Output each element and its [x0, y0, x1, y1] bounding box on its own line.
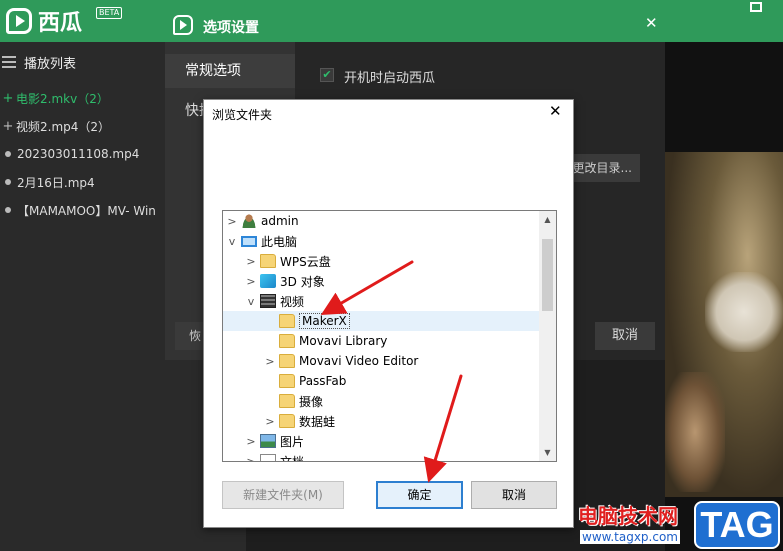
tree-item-label: 图片: [280, 434, 305, 449]
video-frame-fur: [705, 272, 783, 352]
tree-item-label: 视频: [280, 294, 305, 309]
tree-item[interactable]: > 图片: [223, 431, 539, 451]
tree-item[interactable]: > Movavi Video Editor: [223, 351, 539, 371]
user-icon: [241, 214, 257, 228]
video-frame-rope: [665, 372, 725, 492]
tree-item[interactable]: 摄像: [223, 391, 539, 411]
chevron-right-icon[interactable]: >: [225, 215, 239, 228]
chevron-right-icon[interactable]: >: [244, 275, 258, 288]
playlist-title: 播放列表: [24, 56, 77, 72]
tree-item-label: 摄像: [299, 394, 324, 409]
playlist-item-label: 电影2.mkv（2）: [16, 91, 109, 106]
tree-item[interactable]: > admin: [223, 211, 539, 231]
tree-item-label: 文档: [280, 454, 305, 462]
xigua-logo-icon: [173, 15, 193, 35]
settings-cancel-button[interactable]: 取消: [595, 322, 655, 350]
watermark-tag-logo: TAG: [694, 501, 780, 549]
tree-item[interactable]: >3D 对象: [223, 271, 539, 291]
list-icon: [2, 56, 16, 68]
settings-title: 选项设置: [203, 20, 259, 36]
playlist-item-label: 202303011108.mp4: [17, 147, 140, 161]
pc-icon: [241, 235, 257, 247]
browse-close-icon[interactable]: ✕: [549, 102, 562, 120]
watermark-url: www.tagxp.com: [580, 530, 680, 544]
chevron-right-icon[interactable]: >: [244, 255, 258, 268]
tree-item-label: MakerX: [299, 313, 350, 329]
browse-folder-dialog: 浏览文件夹 ✕ > admin v 此电脑 > WPS云盘 >3D 对象 v 视频 MakerX M…: [203, 99, 574, 528]
browse-cancel-button[interactable]: 取消: [471, 481, 557, 509]
tree-item-label: 数据蛙: [299, 414, 336, 429]
tree-item-label: 此电脑: [261, 234, 298, 249]
video-frame: [665, 152, 783, 497]
app-name: 西瓜: [38, 11, 83, 36]
scroll-down-icon[interactable]: ▼: [539, 444, 556, 461]
scroll-up-icon[interactable]: ▲: [539, 211, 556, 228]
cube-icon: [260, 274, 276, 288]
chevron-right-icon[interactable]: >: [263, 415, 277, 428]
picture-icon: [260, 434, 276, 448]
settings-close-icon[interactable]: ✕: [645, 14, 658, 32]
folder-icon: [279, 354, 295, 368]
tree-item[interactable]: > WPS云盘: [223, 251, 539, 271]
scroll-thumb[interactable]: [542, 239, 553, 311]
playlist-item-label: 视频2.mp4（2）: [16, 119, 111, 134]
tab-general[interactable]: 常规选项: [165, 54, 295, 88]
bullet-dot-icon: [5, 179, 11, 185]
folder-icon: [279, 374, 295, 388]
chevron-right-icon[interactable]: >: [244, 435, 258, 448]
chevron-right-icon[interactable]: >: [263, 355, 277, 368]
tree-item-label: Movavi Video Editor: [299, 354, 419, 368]
tree-item[interactable]: > 文档: [223, 451, 539, 462]
beta-badge: BETA: [96, 7, 123, 19]
xigua-logo-icon: [6, 8, 32, 34]
tree-item[interactable]: v 视频: [223, 291, 539, 311]
tree-item-label: Movavi Library: [299, 334, 388, 348]
folder-icon: [279, 334, 295, 348]
tree-item[interactable]: > 数据蛙: [223, 411, 539, 431]
tree-item-label: admin: [261, 214, 299, 228]
folder-tree[interactable]: > admin v 此电脑 > WPS云盘 >3D 对象 v 视频 MakerX Movavi Li…: [222, 210, 557, 462]
app-brand: 西瓜: [6, 5, 82, 37]
playlist-item-label: 2月16日.mp4: [17, 175, 95, 190]
document-icon: [260, 454, 276, 461]
bullet-dot-icon: [5, 151, 11, 157]
playlist-header: 播放列表: [0, 52, 76, 72]
film-icon: [260, 294, 276, 308]
tree-item-label: 3D 对象: [280, 274, 325, 289]
startup-label: 开机时启动西瓜: [344, 71, 436, 86]
chevron-down-icon[interactable]: v: [244, 295, 258, 308]
bullet-dot-icon: [5, 207, 11, 213]
tree-item[interactable]: MakerX: [223, 311, 539, 331]
playlist-item-label: 【MAMAMOO】MV- Win: [17, 203, 156, 218]
chevron-down-icon[interactable]: v: [225, 235, 239, 248]
chevron-right-icon[interactable]: >: [244, 455, 258, 462]
settings-header: 选项设置 ✕: [165, 8, 665, 42]
folder-icon: [260, 254, 276, 268]
tree-item[interactable]: PassFab: [223, 371, 539, 391]
tree-item-label: PassFab: [299, 374, 347, 388]
tree-item[interactable]: v 此电脑: [223, 231, 539, 251]
ok-button[interactable]: 确定: [376, 481, 463, 509]
folder-icon: [279, 314, 295, 328]
tree-item-label: WPS云盘: [280, 254, 331, 269]
tree-item[interactable]: Movavi Library: [223, 331, 539, 351]
expand-plus-icon: +: [2, 90, 14, 106]
expand-plus-icon: +: [2, 118, 14, 134]
startup-checkbox[interactable]: ✔: [320, 68, 334, 82]
browse-title: 浏览文件夹: [212, 108, 273, 122]
maximize-icon[interactable]: [750, 2, 762, 12]
new-folder-button[interactable]: 新建文件夹(M): [222, 481, 344, 509]
watermark-text: 电脑技术网: [578, 504, 678, 528]
tree-scrollbar[interactable]: ▲ ▼: [539, 211, 556, 461]
folder-icon: [279, 394, 295, 408]
folder-icon: [279, 414, 295, 428]
